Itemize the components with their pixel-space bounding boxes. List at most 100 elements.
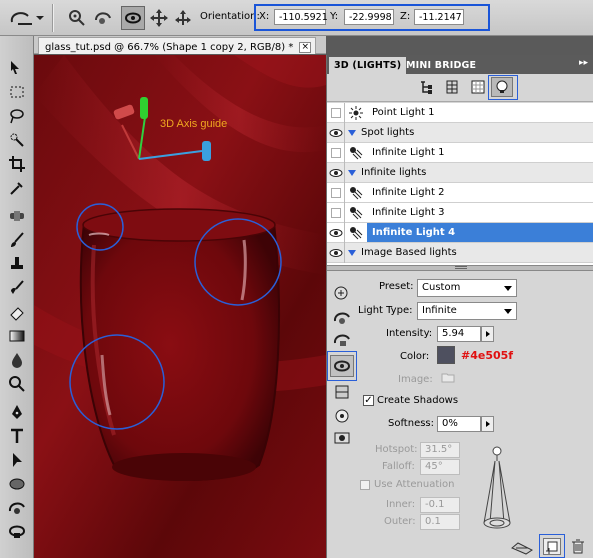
light-row-infinite-light-4[interactable]: Infinite Light 4 (327, 222, 593, 243)
use-attenuation-checkbox[interactable] (360, 480, 370, 490)
canvas-artwork (34, 55, 326, 558)
preset-value: Custom (422, 282, 461, 293)
tab-3d-lights[interactable]: 3D (LIGHTS) (329, 57, 407, 74)
brush-tool-icon[interactable] (5, 230, 29, 250)
softness-input[interactable]: 0% (437, 416, 481, 432)
chevron-down-icon (504, 309, 512, 314)
outer-input[interactable]: 0.1 (420, 514, 460, 530)
light-name: Infinite Light 4 (367, 223, 593, 242)
move-to-view-icon[interactable] (330, 405, 354, 427)
visibility-toggle[interactable] (327, 162, 345, 183)
expand-triangle-icon[interactable] (345, 129, 359, 137)
scene-filter-icon[interactable] (415, 77, 437, 97)
return-to-initial-position-icon[interactable] (66, 6, 88, 30)
light-properties: Preset: Custom Light Type: Infinite Inte… (327, 271, 593, 558)
crop-tool-icon[interactable] (5, 154, 29, 174)
light-group-spot-lights[interactable]: Spot lights (327, 122, 593, 143)
light-guides-icon[interactable] (330, 427, 354, 449)
type-tool-icon[interactable] (5, 426, 29, 446)
eye-icon (329, 168, 342, 177)
render-icon[interactable] (511, 541, 533, 558)
light-row-infinite-light-3[interactable]: Infinite Light 3 (327, 202, 593, 223)
folder-icon (441, 372, 455, 383)
visibility-toggle[interactable] (327, 202, 345, 223)
rotate-3d-icon[interactable] (92, 6, 114, 30)
light-group-image-based-lights[interactable]: Image Based lights (327, 242, 593, 263)
visibility-toggle[interactable] (327, 222, 345, 243)
drag-light-icon[interactable] (330, 329, 354, 351)
gradient-tool-icon[interactable] (5, 326, 29, 346)
dodge-tool-icon[interactable] (5, 374, 29, 394)
slide-3d-icon[interactable] (172, 6, 194, 30)
intensity-label: Intensity: (386, 328, 433, 339)
spot-cone-preview-icon (482, 445, 512, 538)
healing-brush-tool-icon[interactable] (5, 206, 29, 226)
quick-selection-tool-icon[interactable] (5, 130, 29, 150)
y-orientation-input[interactable]: -22.9998 (344, 9, 394, 25)
visibility-toggle[interactable] (327, 122, 345, 143)
eraser-tool-icon[interactable] (5, 302, 29, 322)
point-at-origin-icon[interactable] (330, 381, 354, 403)
point-light-icon (345, 105, 367, 120)
drag-3d-icon[interactable] (148, 6, 170, 30)
inner-input[interactable]: -0.1 (420, 497, 460, 513)
orientation-label: Orientation: (200, 11, 260, 22)
document-tab[interactable]: glass_tut.psd @ 66.7% (Shape 1 copy 2, R… (38, 37, 317, 54)
lights-filter-highlight (488, 75, 518, 100)
light-type-dropdown[interactable]: Infinite (417, 302, 517, 320)
blur-tool-icon[interactable] (5, 350, 29, 370)
clone-stamp-tool-icon[interactable] (5, 254, 29, 274)
add-light-icon[interactable] (330, 283, 354, 305)
softness-label: Softness: (388, 418, 435, 429)
visibility-toggle[interactable] (327, 242, 345, 263)
expand-triangle-icon[interactable] (345, 249, 359, 257)
z-orientation-input[interactable]: -11.2147 (414, 9, 464, 25)
light-row-point-light-1[interactable]: Point Light 1 (327, 102, 593, 123)
document-title: glass_tut.psd @ 66.7% (Shape 1 copy 2, R… (45, 41, 294, 53)
3d-object-rotate-tool-icon[interactable] (5, 498, 29, 518)
close-document-icon[interactable]: × (299, 41, 312, 53)
infinite-light-icon (345, 186, 367, 200)
visibility-toggle[interactable] (327, 182, 345, 203)
light-row-infinite-light-1[interactable]: Infinite Light 1 (327, 142, 593, 163)
x-orientation-input[interactable]: -110.5921 (274, 9, 328, 25)
light-group-infinite-lights[interactable]: Infinite lights (327, 162, 593, 183)
color-swatch[interactable] (437, 346, 455, 364)
light-row-infinite-light-2[interactable]: Infinite Light 2 (327, 182, 593, 203)
z-label: Z: (400, 11, 411, 22)
intensity-input[interactable]: 5.94 (437, 326, 481, 342)
eyedropper-tool-icon[interactable] (5, 178, 29, 198)
intensity-slider-toggle[interactable] (481, 326, 494, 342)
tab-mini-bridge[interactable]: MINI BRIDGE (401, 57, 481, 74)
chevron-down-icon (504, 286, 512, 291)
move-tool-icon[interactable] (5, 58, 29, 78)
lasso-tool-icon[interactable] (5, 106, 29, 126)
3d-camera-rotate-tool-icon[interactable] (5, 522, 29, 542)
create-shadows-checkbox[interactable]: ✓ (363, 395, 374, 406)
chevron-right-icon (486, 421, 490, 427)
eye-icon (329, 228, 342, 237)
rotate-3d-tool-preset-button[interactable] (6, 6, 46, 30)
pen-tool-icon[interactable] (5, 402, 29, 422)
materials-filter-icon[interactable] (467, 77, 489, 97)
separator (52, 4, 53, 32)
document-canvas[interactable]: 3D Axis guide (34, 55, 326, 558)
panel-menu-icon[interactable]: ▸▸ (579, 58, 588, 68)
trash-icon[interactable] (571, 539, 585, 557)
marquee-tool-icon[interactable] (5, 82, 29, 102)
history-brush-tool-icon[interactable] (5, 278, 29, 298)
rotate-light-icon[interactable] (330, 307, 354, 329)
hotspot-input[interactable]: 31.5° (420, 442, 460, 458)
create-shadows-label: Create Shadows (377, 395, 459, 406)
roll-3d-icon[interactable] (121, 6, 145, 30)
falloff-input[interactable]: 45° (420, 459, 460, 475)
expand-triangle-icon[interactable] (345, 169, 359, 177)
path-selection-tool-icon[interactable] (5, 450, 29, 470)
meshes-filter-icon[interactable] (441, 77, 463, 97)
shape-tool-icon[interactable] (5, 474, 29, 494)
visibility-toggle[interactable] (327, 142, 345, 163)
visibility-toggle[interactable] (327, 102, 345, 123)
softness-slider-toggle[interactable] (481, 416, 494, 432)
new-light-highlight (539, 534, 565, 558)
preset-dropdown[interactable]: Custom (417, 279, 517, 297)
